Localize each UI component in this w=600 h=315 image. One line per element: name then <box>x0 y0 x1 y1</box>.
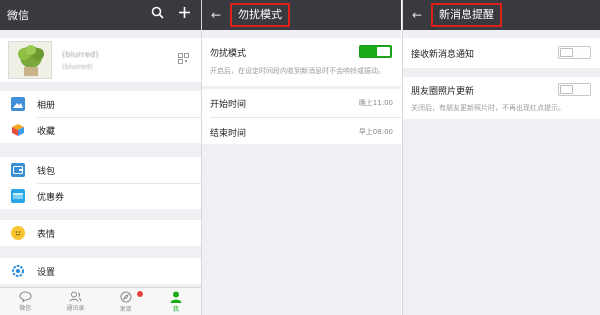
notifications-panel: ← 新消息提醒 接收新消息通知 朋友圈照片更新 关闭后，有朋友更新照片时，不再出… <box>402 0 600 315</box>
tab-contacts[interactable]: 通讯录 <box>50 288 100 315</box>
tab-me[interactable]: 我 <box>151 288 201 315</box>
end-time-row[interactable]: 结束时间 早上08:00 <box>202 118 401 146</box>
app-title: 微信 <box>7 9 29 22</box>
menu-group-1: 相册 收藏 <box>0 91 201 143</box>
profile-name: (blurred) <box>62 49 99 59</box>
notif-title: 新消息提醒 <box>431 3 502 27</box>
menu-item-favorites[interactable]: 收藏 <box>0 117 201 143</box>
toggle-knob <box>560 85 573 94</box>
gear-icon <box>11 264 25 278</box>
dnd-panel: ← 勿扰模式 勿扰模式 开启后，在设定时间段内收到新消息时不会响铃或振动。 开始… <box>201 0 401 315</box>
menu-item-stickers[interactable]: 表情 <box>0 220 201 246</box>
moments-card: 朋友圈照片更新 关闭后，有朋友更新照片时，不再出现红点提示。 <box>403 77 600 119</box>
toggle-knob <box>377 47 390 56</box>
receive-row: 接收新消息通知 <box>403 38 600 68</box>
tab-label-chats: 微信 <box>19 305 32 312</box>
toolbar-icons <box>151 6 191 19</box>
time-card: 开始时间 晚上11:00 结束时间 早上08:00 <box>202 89 401 144</box>
menu-label-stickers: 表情 <box>37 229 56 240</box>
moments-label: 朋友圈照片更新 <box>411 86 475 97</box>
smiley-icon <box>11 226 25 240</box>
end-time-label: 结束时间 <box>210 128 247 139</box>
screenshot: 微信 (blurred) (blurred) 相册 收藏 钱包 优惠券 表情 设… <box>0 0 600 315</box>
moments-description: 关闭后，有朋友更新照片时，不再出现红点提示。 <box>411 104 565 112</box>
menu-group-3: 表情 <box>0 220 201 246</box>
menu-group-4: 设置 <box>0 258 201 284</box>
notif-top-bar: ← 新消息提醒 <box>403 0 600 30</box>
notification-badge <box>136 291 143 297</box>
moments-row: 朋友圈照片更新 <box>403 77 600 103</box>
dnd-row: 勿扰模式 <box>202 38 401 66</box>
profile-card[interactable]: (blurred) (blurred) <box>0 38 201 82</box>
menu-item-wallet[interactable]: 钱包 <box>0 157 201 183</box>
plus-icon[interactable] <box>178 6 191 19</box>
me-icon <box>170 291 182 303</box>
tab-label-discover: 发现 <box>119 306 132 313</box>
top-bar: 微信 <box>0 0 201 30</box>
bottom-nav: 微信 通讯录 发现 我 <box>0 287 201 315</box>
me-panel: 微信 (blurred) (blurred) 相册 收藏 钱包 优惠券 表情 设… <box>0 0 201 315</box>
avatar <box>8 41 52 79</box>
coupons-icon <box>11 189 25 203</box>
dnd-card: 勿扰模式 开启后，在设定时间段内收到新消息时不会响铃或振动。 <box>202 38 401 86</box>
moments-toggle[interactable] <box>558 83 591 96</box>
album-icon <box>11 97 25 111</box>
tab-label-contacts: 通讯录 <box>66 305 85 312</box>
tab-discover[interactable]: 发现 <box>101 288 151 315</box>
menu-label-favorites: 收藏 <box>37 126 56 137</box>
receive-toggle[interactable] <box>558 46 591 59</box>
menu-label-coupons: 优惠券 <box>37 192 65 203</box>
dnd-title: 勿扰模式 <box>230 3 290 27</box>
wallet-icon <box>11 163 25 177</box>
qr-code-icon[interactable] <box>178 53 189 64</box>
start-time-label: 开始时间 <box>210 99 247 110</box>
profile-id: (blurred) <box>62 62 93 71</box>
chat-icon <box>19 291 32 302</box>
compass-icon <box>120 291 132 303</box>
tab-chats[interactable]: 微信 <box>0 288 50 315</box>
dnd-description: 开启后，在设定时间段内收到新消息时不会响铃或振动。 <box>210 67 385 75</box>
tab-label-me: 我 <box>172 306 179 313</box>
contacts-icon <box>69 291 82 302</box>
search-icon[interactable] <box>151 6 164 19</box>
menu-label-settings: 设置 <box>37 267 56 278</box>
favorites-icon <box>11 123 25 137</box>
back-arrow-icon[interactable]: ← <box>403 8 431 22</box>
receive-card: 接收新消息通知 <box>403 38 600 68</box>
menu-label-album: 相册 <box>37 100 56 111</box>
menu-item-album[interactable]: 相册 <box>0 91 201 117</box>
start-time-value: 晚上11:00 <box>358 99 393 107</box>
profile-info: (blurred) (blurred) <box>62 50 99 71</box>
menu-group-2: 钱包 优惠券 <box>0 157 201 209</box>
menu-label-wallet: 钱包 <box>37 166 56 177</box>
menu-item-coupons[interactable]: 优惠券 <box>0 183 201 209</box>
dnd-label: 勿扰模式 <box>210 48 247 59</box>
dnd-toggle[interactable] <box>359 45 392 58</box>
end-time-value: 早上08:00 <box>358 128 393 136</box>
dnd-top-bar: ← 勿扰模式 <box>202 0 401 30</box>
start-time-row[interactable]: 开始时间 晚上11:00 <box>202 89 401 117</box>
back-arrow-icon[interactable]: ← <box>202 8 230 22</box>
receive-label: 接收新消息通知 <box>411 49 475 60</box>
menu-item-settings[interactable]: 设置 <box>0 258 201 284</box>
toggle-knob <box>560 48 573 57</box>
